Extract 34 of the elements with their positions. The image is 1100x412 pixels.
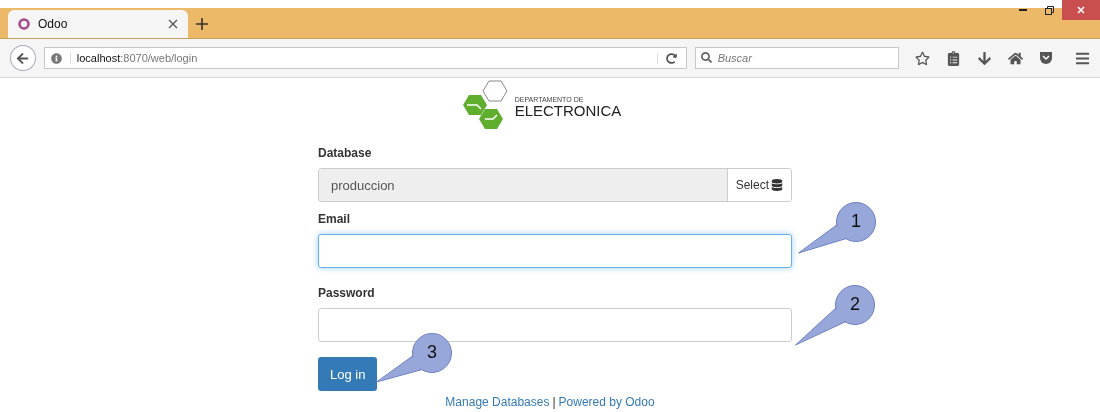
callout-number: 2 [850,294,860,315]
separator: | [552,395,556,409]
home-icon[interactable] [1008,50,1023,66]
star-icon[interactable] [915,50,930,66]
url-text: localhost:8070/web/login [69,52,649,64]
browser-tab[interactable]: Odoo [8,10,188,38]
field-label: Database [318,146,373,160]
menu-icon[interactable] [1075,50,1090,66]
address-bar[interactable]: localhost:8070/web/login [43,47,687,69]
field-label: Password [318,286,376,300]
password-field[interactable] [318,308,792,342]
manage-databases-link[interactable]: Manage Databases [445,395,550,409]
info-icon[interactable] [50,52,62,64]
callout-number: 3 [427,342,437,363]
download-icon[interactable] [977,50,992,66]
search-field[interactable]: Buscar [694,47,899,69]
field-label: Email [318,212,351,226]
login-button[interactable]: Log in [318,357,378,391]
search-icon [700,52,712,63]
restore-icon[interactable] [1044,5,1054,15]
back-button[interactable] [10,45,36,71]
close-icon [1077,6,1085,14]
email-field[interactable] [318,234,792,268]
shield-icon[interactable] [1039,51,1053,65]
back-arrow-icon [16,51,30,65]
tab-title: Odoo [38,17,69,31]
powered-by-link[interactable]: Powered by Odoo [558,395,655,409]
close-window-button[interactable] [1062,0,1100,20]
odoo-logo-icon [18,18,30,30]
logo-title: ELECTRONICA [514,103,622,118]
clipboard-icon[interactable] [946,50,961,66]
callout-number: 1 [851,211,861,232]
close-icon[interactable] [168,19,178,29]
new-tab-icon[interactable] [196,18,208,30]
